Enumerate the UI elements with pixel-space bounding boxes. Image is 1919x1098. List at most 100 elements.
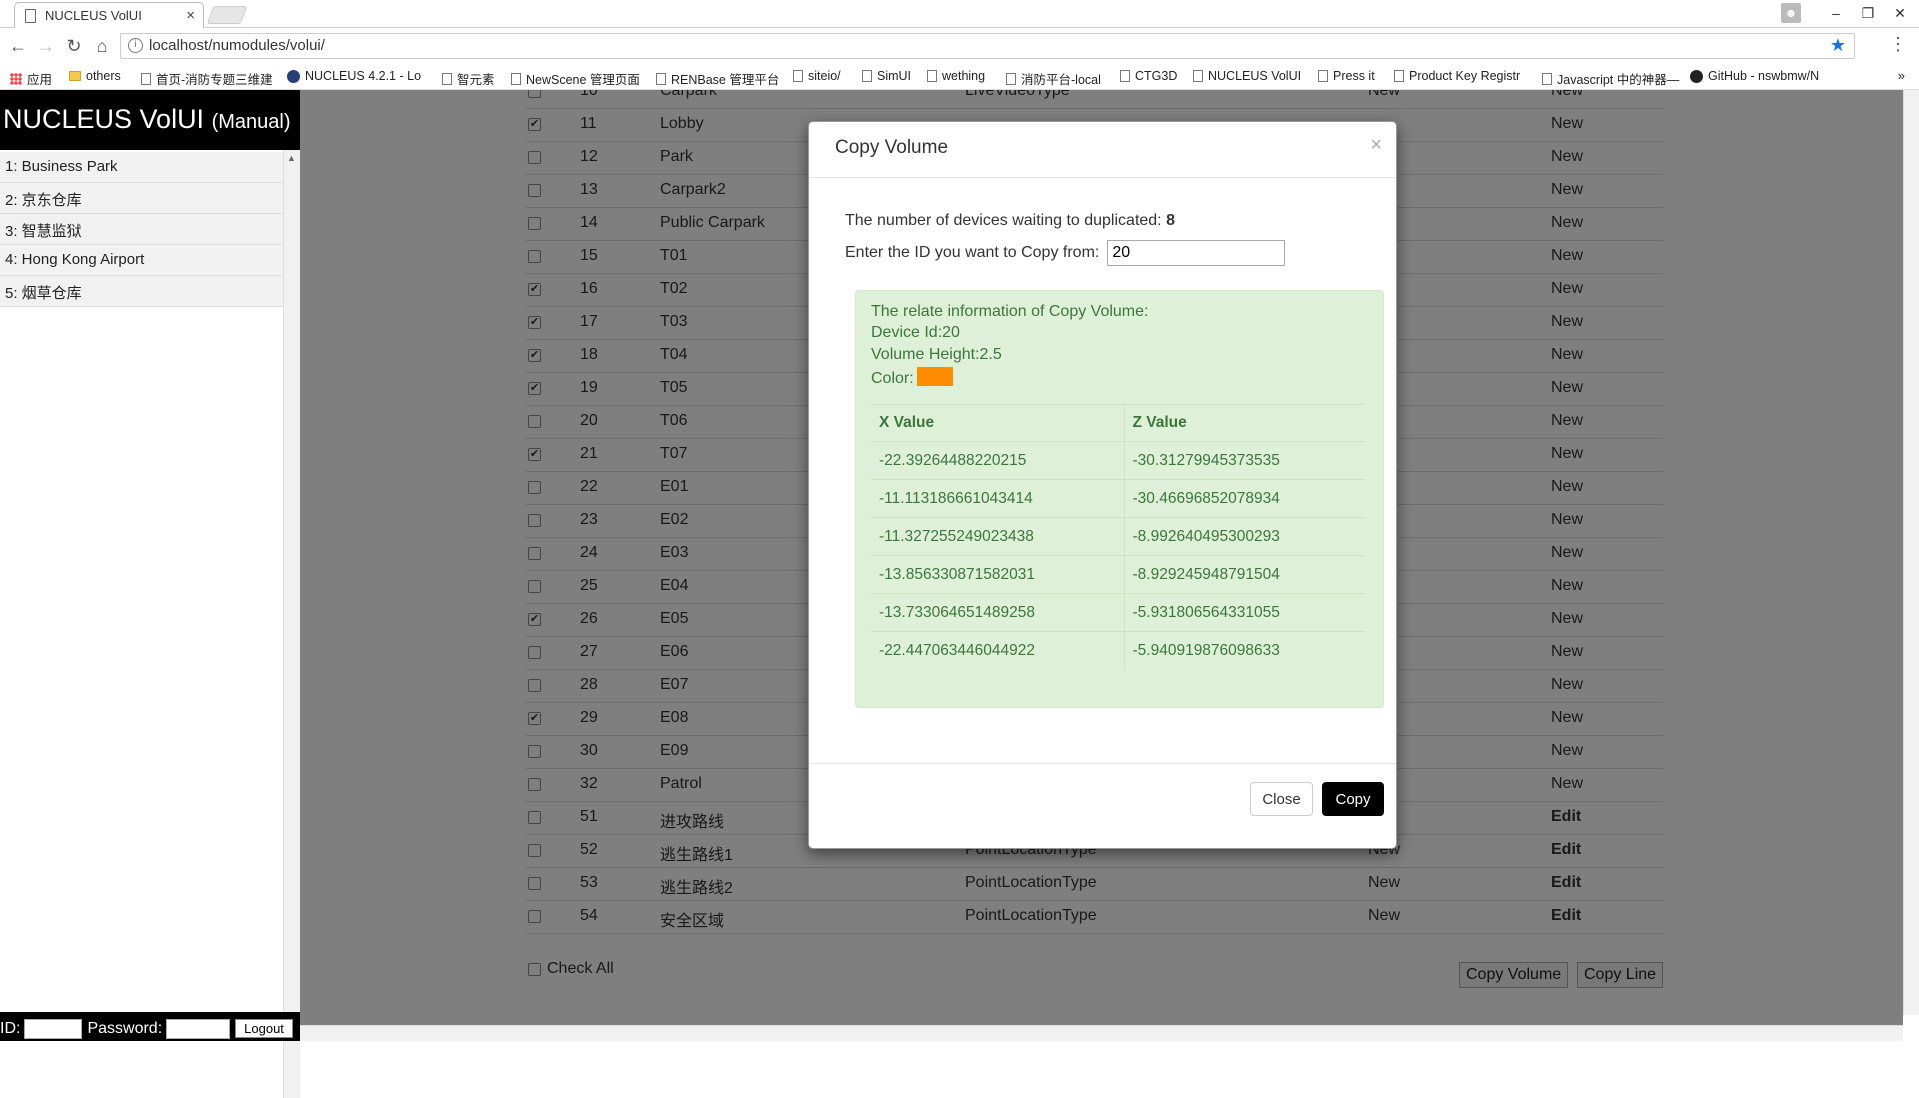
- device-item[interactable]: 4: Hong Kong Airport: [0, 245, 283, 276]
- x-value: -22.447063446044922: [871, 631, 1125, 670]
- bookmark-item[interactable]: NUCLEUS VolUI: [1193, 69, 1301, 83]
- point-row: -11.113186661043414 -30.46696852078934: [871, 479, 1365, 518]
- bookmark-star-icon[interactable]: ★: [1830, 35, 1846, 56]
- z-value: -30.31279945373535: [1124, 441, 1365, 480]
- points-table: X Value Z Value -22.39264488220215 -30.31…: [871, 404, 1365, 670]
- bookmark-item[interactable]: RENBase 管理平台: [656, 69, 779, 88]
- x-value: -22.39264488220215: [871, 441, 1125, 480]
- bookmark-item[interactable]: Product Key Registr: [1394, 69, 1520, 83]
- home-icon[interactable]: ⌂: [90, 34, 114, 58]
- close-icon[interactable]: ×: [1370, 134, 1382, 157]
- copy-volume-dialog: Copy Volume × The number of devices wait…: [808, 121, 1397, 849]
- new-tab-button[interactable]: [206, 6, 248, 24]
- copy-button[interactable]: Copy: [1322, 782, 1384, 816]
- bookmark-label: 消防平台-local: [1021, 73, 1101, 87]
- device-item[interactable]: 5: 烟草仓库: [0, 276, 283, 307]
- page-icon: [1318, 70, 1328, 82]
- browser-tab[interactable]: NUCLEUS VolUI ×: [14, 2, 204, 28]
- x-value: -13.856330871582031: [871, 555, 1125, 594]
- bookmark-item[interactable]: 消防平台-local: [1006, 69, 1101, 88]
- horizontal-scrollbar[interactable]: [300, 1025, 1903, 1041]
- bookmark-label: 首页-消防专题三维建: [156, 73, 273, 87]
- copy-from-id-input[interactable]: [1107, 240, 1286, 266]
- device-id: Device Id:20: [871, 324, 960, 341]
- restore-icon[interactable]: ❐: [1855, 5, 1881, 22]
- bookmark-item[interactable]: Javascript 中的神器—: [1542, 69, 1679, 88]
- profile-icon[interactable]: ☻: [1781, 3, 1801, 23]
- bookmark-label: 应用: [27, 73, 53, 87]
- info-icon[interactable]: i: [128, 38, 143, 53]
- logout-button[interactable]: Logout: [235, 1019, 293, 1038]
- page-icon: [1394, 70, 1404, 82]
- bookmark-item[interactable]: wething: [927, 69, 985, 83]
- bookmark-label: NewScene 管理页面: [526, 73, 640, 87]
- table-header-row: X Value Z Value: [871, 404, 1365, 442]
- close-window-icon[interactable]: ✕: [1887, 5, 1913, 22]
- z-value: -5.931806564331055: [1124, 593, 1365, 632]
- bookmark-label: GitHub - nswbmw/N: [1708, 69, 1820, 83]
- login-bar: ID: Password: Logout: [0, 1012, 300, 1041]
- color-swatch: [916, 367, 953, 386]
- github-icon: [1690, 69, 1703, 83]
- page-icon: [1193, 70, 1203, 82]
- bookmark-item[interactable]: CTG3D: [1120, 69, 1177, 83]
- brand-mode: (Manual): [211, 111, 291, 133]
- forward-icon[interactable]: →: [34, 34, 58, 58]
- copy-volume-info: The relate information of Copy Volume: D…: [855, 290, 1384, 708]
- bookmark-item[interactable]: 智元素: [442, 69, 495, 88]
- close-button[interactable]: Close: [1250, 782, 1313, 816]
- dialog-title: Copy Volume: [835, 137, 949, 158]
- bookmark-item[interactable]: SimUI: [862, 69, 911, 83]
- close-tab-icon[interactable]: ×: [186, 7, 195, 24]
- bookmark-item[interactable]: 首页-消防专题三维建: [141, 69, 273, 88]
- password-field[interactable]: [166, 1018, 231, 1039]
- reload-icon[interactable]: ↻: [62, 34, 86, 58]
- main-scrollbar[interactable]: [1903, 90, 1919, 1015]
- bookmark-folder-others[interactable]: others: [69, 69, 121, 83]
- bookmark-label: Javascript 中的神器—: [1557, 73, 1680, 87]
- id-field[interactable]: [24, 1018, 83, 1039]
- z-value-header: Z Value: [1124, 404, 1365, 442]
- bookmark-label: CTG3D: [1135, 69, 1178, 83]
- device-item[interactable]: 3: 智慧监狱: [0, 214, 283, 245]
- folder-icon: [69, 71, 81, 81]
- bookmark-item[interactable]: siteio/: [793, 69, 841, 83]
- bookmark-item[interactable]: Press it: [1318, 69, 1375, 83]
- bookmark-item[interactable]: GitHub - nswbmw/N: [1690, 69, 1819, 83]
- z-value: -8.929245948791504: [1124, 555, 1365, 594]
- bookmark-label: wething: [942, 69, 986, 83]
- url-text: localhost/numodules/volui/: [149, 37, 325, 54]
- page-icon: [442, 72, 452, 85]
- page-icon: [927, 70, 937, 82]
- nucleus-icon: [287, 69, 300, 83]
- bookmark-apps[interactable]: 应用: [10, 69, 52, 88]
- dialog-header: Copy Volume ×: [809, 122, 1396, 178]
- bookmark-item[interactable]: NUCLEUS 4.2.1 - Lo: [287, 69, 421, 83]
- device-item[interactable]: 1: Business Park: [0, 152, 283, 183]
- x-value-header: X Value: [871, 404, 1125, 442]
- sidebar-scrollbar[interactable]: ▲: [283, 150, 300, 1098]
- waiting-count-line: The number of devices waiting to duplica…: [845, 212, 1175, 230]
- bookmark-label: 智元素: [457, 73, 495, 87]
- more-bookmarks-icon[interactable]: »: [1898, 68, 1905, 83]
- point-row: -22.447063446044922 -5.940919876098633: [871, 631, 1365, 670]
- minimize-icon[interactable]: –: [1823, 5, 1849, 21]
- page-icon: [1006, 72, 1016, 85]
- device-list: 1: Business Park 2: 京东仓库 3: 智慧监狱 4: Hong…: [0, 152, 283, 307]
- page-icon: [793, 70, 803, 82]
- z-value: -30.46696852078934: [1124, 479, 1365, 518]
- back-icon[interactable]: ←: [6, 34, 30, 58]
- point-row: -11.327255249023438 -8.992640495300293: [871, 517, 1365, 556]
- scroll-up-icon[interactable]: ▲: [287, 153, 296, 163]
- bookmark-label: NUCLEUS VolUI: [1208, 69, 1302, 83]
- bookmark-item[interactable]: NewScene 管理页面: [511, 69, 640, 88]
- bookmark-label: siteio/: [808, 69, 841, 83]
- browser-menu-icon[interactable]: ⋮: [1889, 34, 1907, 55]
- id-label: ID:: [0, 1019, 21, 1037]
- url-field[interactable]: i localhost/numodules/volui/ ★: [120, 33, 1855, 59]
- device-item[interactable]: 2: 京东仓库: [0, 183, 283, 214]
- copy-from-label: Enter the ID you want to Copy from:: [845, 244, 1100, 261]
- info-heading: The relate information of Copy Volume:: [871, 303, 1149, 320]
- address-bar: ← → ↻ ⌂ i localhost/numodules/volui/ ★: [0, 28, 1919, 64]
- dialog-footer: Close Copy: [809, 763, 1396, 848]
